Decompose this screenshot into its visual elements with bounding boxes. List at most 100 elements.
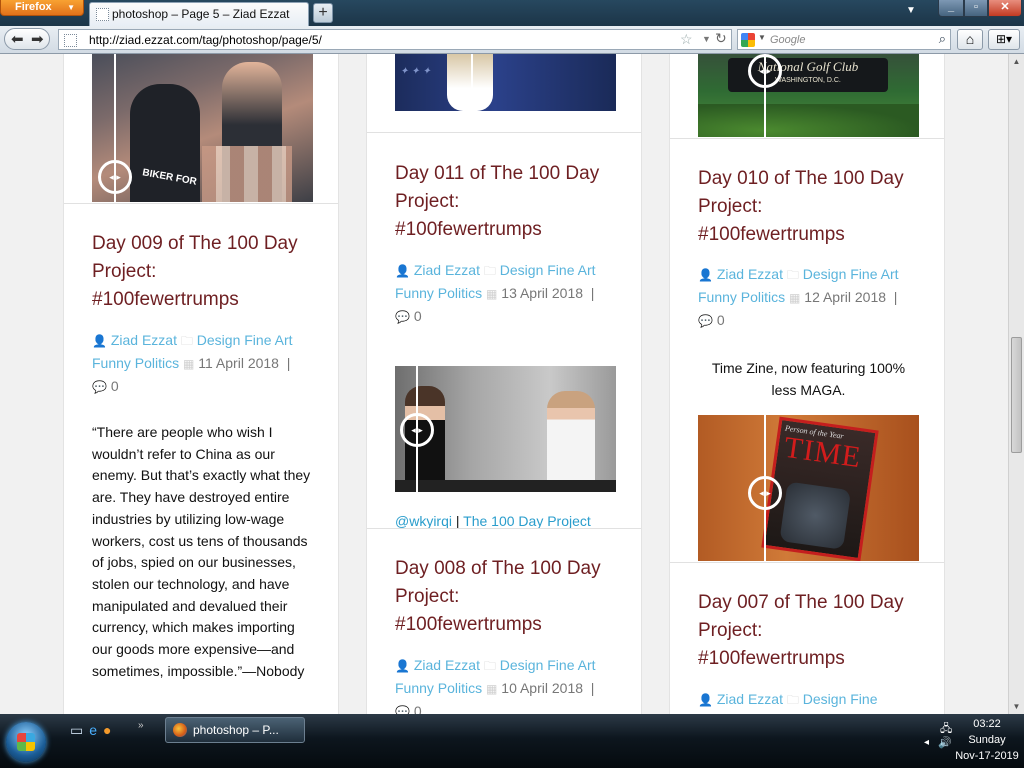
- comment-icon: 💬: [395, 705, 410, 714]
- reload-icon[interactable]: ↻: [715, 30, 727, 47]
- post-comments[interactable]: 0: [414, 703, 422, 714]
- post-date: 12 April 2018: [804, 289, 887, 305]
- post-comments[interactable]: 0: [414, 308, 422, 324]
- post-comments[interactable]: 0: [111, 378, 119, 394]
- addon-icon: ⊞▾: [995, 32, 1013, 46]
- post-title[interactable]: Day 011 of The 100 Day Project: #100fewe…: [395, 160, 605, 244]
- taskbar-window-label: photoshop – P...: [193, 723, 279, 737]
- dropdown-arrow-icon: ▼: [67, 3, 75, 12]
- windows-taskbar: ▭ e ● » photoshop – P... 🖧 ◂ 🔊 03:22 Sun…: [0, 714, 1024, 768]
- clock-date: Nov-17-2019: [955, 750, 1019, 762]
- google-engine-icon[interactable]: [741, 33, 755, 47]
- bookmark-star-icon[interactable]: ☆: [680, 31, 693, 48]
- post-image-time-magazine[interactable]: Person of the Year TIME ◂ ▸: [698, 415, 919, 561]
- scroll-down-icon[interactable]: ▼: [1009, 699, 1024, 714]
- site-identity-icon[interactable]: [64, 34, 77, 47]
- magazine-masthead: TIME: [782, 430, 864, 475]
- compare-slider-icon[interactable]: ◂ ▸: [98, 160, 132, 194]
- engine-dropdown-icon[interactable]: ▼: [758, 33, 766, 42]
- post-author[interactable]: Ziad Ezzat: [717, 266, 783, 282]
- browser-titlebar: Firefox ▼ photoshop – Page 5 – Ziad Ezza…: [0, 0, 1024, 26]
- maximize-button[interactable]: ▫: [964, 0, 988, 17]
- firefox-menu-label: Firefox: [15, 1, 52, 13]
- post-title[interactable]: Day 008 of The 100 Day Project: #100fewe…: [395, 555, 605, 639]
- forward-arrow-icon[interactable]: ➡: [31, 30, 44, 48]
- comment-icon: 💬: [395, 310, 410, 324]
- start-button[interactable]: [6, 722, 46, 762]
- search-bar[interactable]: ▼ Google ⌕: [737, 29, 951, 50]
- link-separator: |: [455, 513, 460, 529]
- post-author[interactable]: Ziad Ezzat: [414, 262, 480, 278]
- post-author[interactable]: Ziad Ezzat: [111, 332, 177, 348]
- post-author[interactable]: Ziad Ezzat: [717, 691, 783, 707]
- scrollbar-thumb[interactable]: [1011, 337, 1022, 453]
- calendar-icon: ▦: [183, 357, 195, 371]
- clock-time: 03:22: [973, 718, 1001, 730]
- image-separator: [64, 203, 338, 204]
- compare-slider-icon[interactable]: ◂ ▸: [748, 54, 782, 88]
- post-author[interactable]: Ziad Ezzat: [414, 657, 480, 673]
- post-separator: [670, 562, 944, 563]
- addons-button[interactable]: ⊞▾: [988, 29, 1020, 50]
- post-image-balcony[interactable]: ◂ ▸: [395, 366, 616, 492]
- firefox-icon[interactable]: ●: [103, 722, 111, 739]
- compare-divider[interactable]: [471, 54, 473, 111]
- windows-logo-icon: [17, 733, 35, 751]
- project-link[interactable]: The 100 Day Project: [463, 513, 591, 529]
- taskbar-clock[interactable]: 03:22 Sunday Nov-17-2019: [950, 716, 1024, 764]
- balcony-boy: [547, 391, 595, 486]
- address-bar[interactable]: http://ziad.ezzat.com/tag/photoshop/page…: [58, 29, 732, 50]
- post-categories[interactable]: Design Fine: [803, 691, 878, 707]
- post-title[interactable]: Day 007 of The 100 Day Project: #100fewe…: [698, 589, 908, 673]
- history-dropdown-icon[interactable]: ▼: [702, 34, 711, 44]
- author-icon: 👤: [698, 268, 713, 282]
- folder-icon: 🗀: [483, 659, 496, 673]
- crowd-masks: [202, 146, 292, 202]
- post-title[interactable]: Day 009 of The 100 Day Project: #100fewe…: [92, 230, 302, 314]
- folder-icon: 🗀: [180, 334, 193, 348]
- minimize-button[interactable]: _: [938, 0, 964, 17]
- folder-icon: 🗀: [786, 268, 799, 282]
- post-title[interactable]: Day 010 of The 100 Day Project: #100fewe…: [698, 165, 908, 249]
- scroll-up-icon[interactable]: ▲: [1009, 54, 1024, 69]
- tray-expand-icon[interactable]: ◂: [924, 737, 929, 748]
- home-button[interactable]: ⌂: [957, 29, 983, 50]
- close-window-button[interactable]: ✕: [988, 0, 1022, 17]
- image-separator: [670, 138, 944, 139]
- post-meta: 👤 Ziad Ezzat 🗀 Design Fine: [698, 688, 913, 711]
- post-excerpt: “There are people who wish I wouldn’t re…: [92, 424, 311, 679]
- back-arrow-icon[interactable]: ⬅: [11, 30, 24, 48]
- quick-launch-more-icon[interactable]: »: [138, 720, 144, 731]
- post-meta: 👤 Ziad Ezzat 🗀 Design Fine Art Funny Pol…: [92, 332, 293, 394]
- page-scrollbar[interactable]: ▲ ▼: [1008, 54, 1024, 714]
- search-icon[interactable]: ⌕: [939, 31, 946, 47]
- address-url: http://ziad.ezzat.com/tag/photoshop/page…: [89, 33, 322, 47]
- instagram-user-link[interactable]: @wkyirqi: [395, 513, 452, 529]
- compare-slider-icon[interactable]: ◂ ▸: [400, 413, 434, 447]
- folder-icon: 🗀: [483, 264, 496, 278]
- show-desktop-icon[interactable]: ▭: [70, 722, 83, 739]
- post-links: @wkyirqi | The 100 Day Project: [395, 513, 591, 529]
- tab-list-dropdown-icon[interactable]: ▼: [906, 5, 916, 16]
- magazine-object: [779, 481, 852, 550]
- post-image-debate[interactable]: ✦ ✦ ✦: [395, 54, 616, 111]
- post-image-golf-sign[interactable]: National Golf Club WASHINGTON, D.C. ◂ ▸: [698, 54, 919, 137]
- post-comments[interactable]: 0: [717, 312, 725, 328]
- navigation-toolbar: ⬅ ➡ http://ziad.ezzat.com/tag/photoshop/…: [0, 26, 1024, 54]
- firefox-task-icon: [173, 723, 187, 737]
- taskbar-firefox-window[interactable]: photoshop – P...: [165, 717, 305, 743]
- post-meta: 👤 Ziad Ezzat 🗀 Design Fine Art Funny Pol…: [395, 654, 610, 714]
- debate-backdrop-text: ✦ ✦ ✦: [400, 66, 431, 77]
- debate-figure: [447, 54, 493, 111]
- post-meta: 👤 Ziad Ezzat 🗀 Design Fine Art Funny Pol…: [698, 266, 899, 328]
- firefox-menu-button[interactable]: Firefox ▼: [0, 0, 84, 16]
- browser-tab[interactable]: photoshop – Page 5 – Ziad Ezzat: [89, 2, 309, 26]
- comment-icon: 💬: [698, 314, 713, 328]
- internet-explorer-icon[interactable]: e: [89, 722, 97, 739]
- back-forward-buttons: ⬅ ➡: [4, 28, 50, 50]
- new-tab-button[interactable]: +: [313, 3, 333, 23]
- page-favicon-icon: [96, 8, 109, 21]
- post-image-crowd[interactable]: BIKER FOR ◂ ▸: [92, 54, 313, 202]
- search-placeholder: Google: [770, 34, 806, 46]
- compare-slider-icon[interactable]: ◂ ▸: [748, 476, 782, 510]
